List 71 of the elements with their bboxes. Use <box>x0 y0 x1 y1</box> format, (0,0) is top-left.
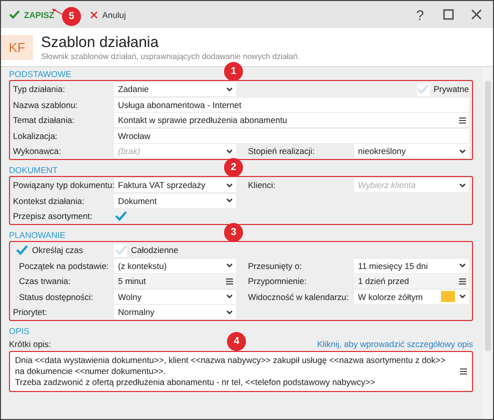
callout-badge: 5 <box>62 7 81 26</box>
chevron-icon <box>226 294 233 299</box>
picker-field[interactable]: 5 minut <box>114 274 236 288</box>
dropdown[interactable]: Normalny <box>114 305 236 319</box>
text-field[interactable]: Usługa abonamentowa - Internet <box>114 98 469 112</box>
lines-icon <box>459 278 466 284</box>
dropdown[interactable]: (z kontekstu) <box>114 258 236 272</box>
callout-badge: 2 <box>224 158 243 177</box>
field-label: Status dostępności: <box>18 290 94 304</box>
checkbox-label: Całodzienne <box>131 244 178 257</box>
field-label: Krótki opis: <box>9 338 52 351</box>
section-title: DOKUMENT <box>9 165 58 176</box>
callout-badge: 3 <box>224 223 243 242</box>
dropdown[interactable]: Zadanie <box>114 82 236 96</box>
field-label: Czas trwania: <box>18 275 72 288</box>
chevron-icon <box>459 263 466 268</box>
field-label: Typ działania: <box>13 83 66 96</box>
field-label: Początek na podstawie: <box>18 260 110 272</box>
detail-link[interactable]: Kliknij, aby wprowadzić szczegółowy opis <box>317 338 473 351</box>
lines-icon <box>226 278 233 284</box>
window-subtitle: Słownik szablonów działań, usprawniających dodawanie nowych działań. <box>41 52 300 60</box>
chevron-icon <box>226 198 233 203</box>
lines-icon <box>459 116 466 124</box>
dropdown[interactable]: Wolny <box>114 290 236 304</box>
field-label: Wykonawca: <box>13 145 62 158</box>
chevron-icon <box>459 182 466 188</box>
dropdown[interactable]: Faktura VAT sprzedaży <box>114 178 236 192</box>
app-logo: KF <box>1 34 33 60</box>
check-icon <box>9 10 20 19</box>
checkbox[interactable] <box>114 210 127 222</box>
field-label: Widoczność w kalendarzu: <box>248 290 350 304</box>
field-label: Przepisz asortyment: <box>13 210 94 223</box>
checkbox[interactable] <box>15 244 28 256</box>
chevron-icon <box>226 310 233 314</box>
field-label: Przesunięty o: <box>248 260 303 272</box>
help-button[interactable]: ? <box>411 6 429 22</box>
chevron-icon <box>226 182 233 188</box>
close-icon <box>90 10 98 18</box>
field-label: Klienci: <box>248 179 276 192</box>
dropdown[interactable]: Dokument <box>114 194 236 208</box>
dropdown[interactable]: nieokreślony <box>354 144 469 158</box>
chevron-icon <box>459 148 466 154</box>
section-title: OPIS <box>9 326 30 337</box>
section-title: PLANOWANIE <box>9 230 66 241</box>
section-title: PODSTAWOWE <box>9 69 72 80</box>
field-label: Stopień realizacji: <box>248 145 316 158</box>
chevron-icon <box>226 263 233 268</box>
window-title: Szablon działania <box>41 34 160 52</box>
description-field[interactable]: Dnia <<data wystawienia dokumentu>>, klient <<nazwa nabywcy>> zakupił usługę <<nazwa asortymentu z dok>> na dokumencie <<numer dokumentu>>. Trzeba zadzwonić z ofertą przedłużenia abonamentu - nr tel, <<telefon podstawowy nabywcy>> <box>9 351 473 392</box>
field-label: Temat działania: <box>13 114 76 127</box>
scrollbar[interactable] <box>483 67 493 419</box>
text-field[interactable]: Kontakt w sprawie przedłużenia abonamentu <box>114 113 469 127</box>
field-label: Kontekst działania: <box>13 194 86 208</box>
field-label: Nazwa szablonu: <box>13 98 79 112</box>
callout-badge: 1 <box>224 62 243 81</box>
dropdown[interactable]: 11 miesięcy 15 dni <box>354 258 469 272</box>
field-label: Lokalizacja: <box>13 130 58 142</box>
cancel-button[interactable]: Anuluj <box>88 8 128 22</box>
checkbox-label: Prywatne <box>434 83 469 96</box>
chevron-icon <box>226 86 233 92</box>
field-label: Powiązany typ dokumentu: <box>13 179 114 192</box>
callout-badge: 4 <box>227 332 246 351</box>
lines-icon <box>460 368 467 375</box>
text-field[interactable]: Wrocław <box>114 128 469 142</box>
chevron-icon <box>226 148 233 154</box>
checkbox-label: Określaj czas <box>32 244 84 257</box>
dropdown[interactable]: W kolorze żółtym <box>354 290 469 304</box>
chevron-icon <box>459 294 466 299</box>
picker-field[interactable]: 1 dzień przed <box>354 274 469 288</box>
field-label: Przypomnienie: <box>248 275 308 288</box>
field-label: Priorytet: <box>13 306 48 319</box>
